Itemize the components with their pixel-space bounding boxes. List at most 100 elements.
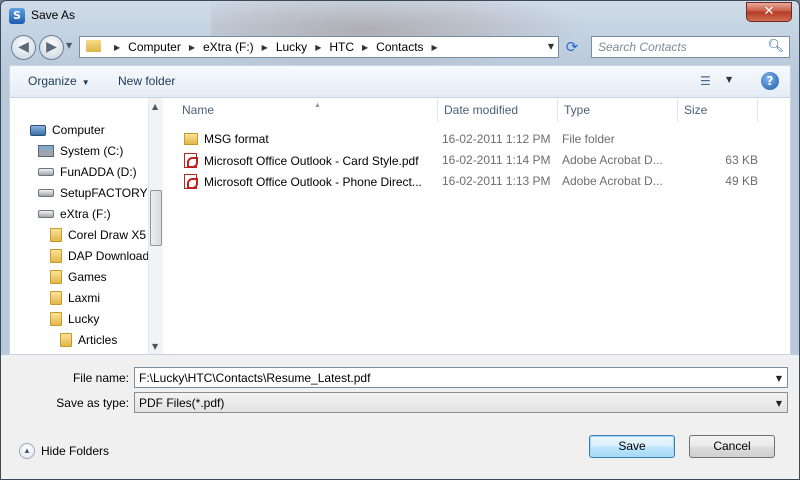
search-box[interactable]: 🔍︎ xyxy=(591,36,790,58)
address-bar[interactable]: ▶ Computer ▶ eXtra (F:) ▶ Lucky ▶ HTC ▶ Contacts ▶… xyxy=(79,36,559,58)
breadcrumb-item[interactable]: HTC xyxy=(329,40,354,54)
nav-tree-item[interactable]: FunADDA (D:) xyxy=(38,162,137,182)
refresh-icon[interactable]: ⟳ xyxy=(561,36,583,58)
nav-tree-item[interactable]: Computer xyxy=(30,120,105,140)
folder-icon xyxy=(50,312,62,326)
scroll-thumb[interactable] xyxy=(150,190,162,246)
save-button[interactable]: Save xyxy=(589,435,675,458)
nav-tree-item[interactable]: System (C:) xyxy=(38,141,123,161)
breadcrumb-separator-icon[interactable]: ▶ xyxy=(362,43,368,52)
forward-arrow-icon: ▶ xyxy=(46,39,57,55)
breadcrumb-item[interactable]: Lucky xyxy=(276,40,307,54)
folder-icon xyxy=(184,133,198,145)
breadcrumb-separator-icon[interactable]: ▶ xyxy=(189,43,195,52)
file-date: 16-02-2011 1:14 PM xyxy=(442,153,551,167)
command-bar: Organize ▼ New folder ☰ ▼ ? xyxy=(9,65,791,97)
scroll-up-icon[interactable]: ▲ xyxy=(152,102,158,111)
breadcrumb-item[interactable]: Contacts xyxy=(376,40,423,54)
back-button[interactable]: ◀ xyxy=(11,35,36,60)
file-size: 63 KB xyxy=(725,153,758,167)
views-icon[interactable]: ☰ xyxy=(700,74,714,88)
cancel-button[interactable]: Cancel xyxy=(689,435,775,458)
breadcrumb-item[interactable]: Computer xyxy=(128,40,181,54)
close-button[interactable]: ✕ xyxy=(746,2,792,22)
nav-tree-label: Laxmi xyxy=(68,291,101,305)
sort-ascending-icon: ▲ xyxy=(314,102,321,109)
pdf-icon xyxy=(184,153,198,168)
breadcrumb-separator-icon[interactable]: ▶ xyxy=(114,43,120,52)
breadcrumb-separator-icon[interactable]: ▶ xyxy=(315,43,321,52)
search-icon[interactable]: 🔍︎ xyxy=(767,39,784,54)
nav-tree-item[interactable]: Corel Draw X5 xyxy=(50,225,146,245)
system-drive-icon xyxy=(38,145,54,157)
column-header-name[interactable]: Name ▲ xyxy=(176,98,438,122)
views-dropdown-icon[interactable]: ▼ xyxy=(726,75,732,84)
nav-tree-label: Games xyxy=(68,270,107,284)
navigation-pane: Blog Articles Lucky Laxmi Games DAP Downloads… xyxy=(10,98,164,354)
file-row[interactable]: Microsoft Office Outlook - Card Style.pd… xyxy=(176,150,776,170)
file-size: 49 KB xyxy=(725,174,758,188)
search-input[interactable] xyxy=(592,37,767,57)
file-type: File folder xyxy=(562,132,615,146)
breadcrumb-item[interactable]: eXtra (F:) xyxy=(203,40,254,54)
column-header-type[interactable]: Type xyxy=(558,98,678,122)
file-row[interactable]: MSG format 16-02-2011 1:12 PM File folder xyxy=(176,129,776,149)
file-name: MSG format xyxy=(204,132,269,146)
nav-tree-label: Computer xyxy=(52,123,105,137)
forward-button[interactable]: ▶ xyxy=(39,35,64,60)
organize-button[interactable]: Organize ▼ xyxy=(28,74,90,88)
nav-tree-label: Lucky xyxy=(68,312,100,326)
hide-folders-button[interactable]: ▲ Hide Folders xyxy=(19,443,109,459)
save-type-value: PDF Files(*.pdf) xyxy=(139,396,225,410)
breadcrumb: ▶ Computer ▶ eXtra (F:) ▶ Lucky ▶ HTC ▶ Contacts ▶ xyxy=(106,40,446,54)
save-type-select[interactable]: PDF Files(*.pdf) ▼ xyxy=(134,392,788,413)
nav-tree-item[interactable]: Blog xyxy=(60,351,102,354)
breadcrumb-separator-icon[interactable]: ▶ xyxy=(432,43,438,52)
nav-tree-label: eXtra (F:) xyxy=(60,207,111,221)
back-arrow-icon: ◀ xyxy=(18,39,29,55)
file-name: Microsoft Office Outlook - Phone Direct.… xyxy=(204,174,422,189)
folder-icon xyxy=(50,228,62,242)
address-dropdown-icon[interactable]: ▼ xyxy=(548,42,554,51)
help-icon[interactable]: ? xyxy=(761,72,779,90)
pdf-icon xyxy=(184,174,198,189)
new-folder-button[interactable]: New folder xyxy=(118,74,175,88)
organize-label: Organize xyxy=(28,74,77,88)
file-type: Adobe Acrobat D... xyxy=(562,174,663,188)
nav-tree-label: Articles xyxy=(78,333,118,347)
nav-tree-item[interactable]: SetupFACTORY xyxy=(38,183,148,203)
file-name-field[interactable]: F:\Lucky\HTC\Contacts\Resume_Latest.pdf … xyxy=(134,367,788,388)
window-title: Save As xyxy=(31,8,76,22)
nav-tree-item[interactable]: Laxmi xyxy=(50,288,100,308)
nav-tree-item[interactable]: Articles xyxy=(60,330,117,350)
chevron-down-icon: ▼ xyxy=(81,78,90,87)
save-as-dialog: S Save As ✕ ◀ ▶ ▼ ▶ Computer ▶ eXtra (F:) ▶ L… xyxy=(0,0,800,480)
nav-tree-item[interactable]: eXtra (F:) xyxy=(38,204,111,224)
nav-tree-item[interactable]: Lucky xyxy=(50,309,99,329)
nav-tree-item[interactable]: Games xyxy=(50,267,107,287)
file-name: Microsoft Office Outlook - Card Style.pd… xyxy=(204,153,419,168)
file-list: Name ▲ Date modified Type Size MSG forma… xyxy=(166,98,790,354)
nav-scrollbar[interactable]: ▲ ▼ xyxy=(148,98,163,354)
file-name-cell: Microsoft Office Outlook - Card Style.pd… xyxy=(184,153,434,168)
browser-panes: Blog Articles Lucky Laxmi Games DAP Downloads… xyxy=(9,97,791,355)
drive-icon xyxy=(38,210,54,218)
chevron-up-icon: ▲ xyxy=(19,443,35,459)
save-type-dropdown-icon[interactable]: ▼ xyxy=(776,399,782,408)
nav-tree-label: SetupFACTORY xyxy=(60,186,148,200)
breadcrumb-separator-icon[interactable]: ▶ xyxy=(262,43,268,52)
save-form: File name: F:\Lucky\HTC\Contacts\Resume_… xyxy=(1,355,799,479)
column-name-label: Name xyxy=(182,103,215,117)
recent-pages-chevron-icon[interactable]: ▼ xyxy=(66,41,72,50)
column-header-size[interactable]: Size xyxy=(678,98,758,122)
nav-tree-item[interactable]: DAP Downloads xyxy=(50,246,155,266)
nav-tree-label: Corel Draw X5 xyxy=(68,228,147,242)
nav-tree-label: DAP Downloads xyxy=(68,249,156,263)
file-name-cell: MSG format xyxy=(184,132,434,146)
scroll-down-icon[interactable]: ▼ xyxy=(152,342,158,351)
drive-icon xyxy=(38,189,54,197)
file-name-dropdown-icon[interactable]: ▼ xyxy=(776,374,782,383)
file-row[interactable]: Microsoft Office Outlook - Phone Direct.… xyxy=(176,171,776,191)
column-header-date[interactable]: Date modified xyxy=(438,98,558,122)
title-bar[interactable]: S Save As ✕ xyxy=(1,1,799,31)
